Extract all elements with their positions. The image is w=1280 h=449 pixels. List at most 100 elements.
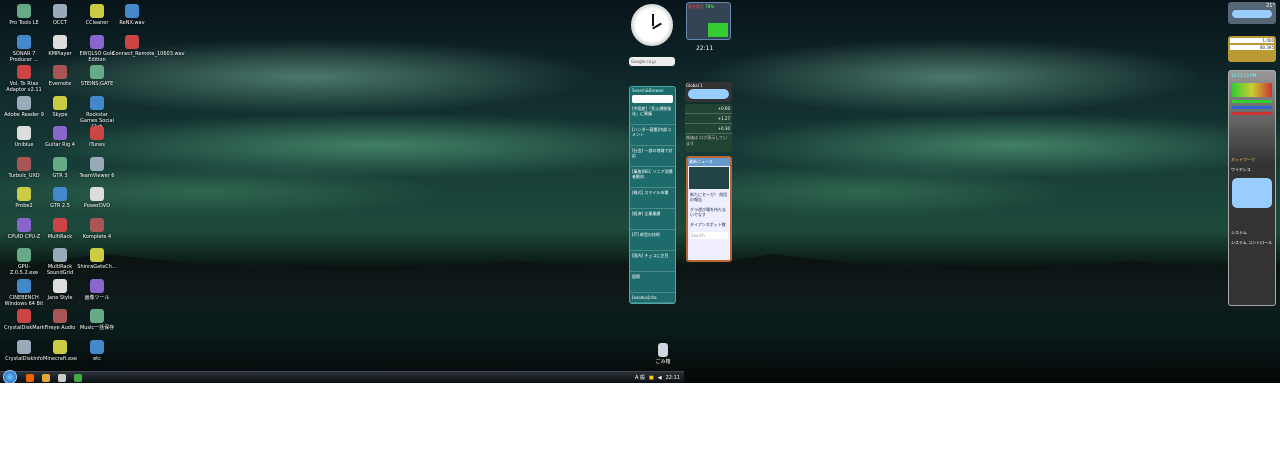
news-footer[interactable]: [exodus]cha	[630, 293, 675, 303]
app-icon	[17, 65, 31, 79]
usd-value[interactable]: 1.000	[1230, 38, 1274, 43]
desktop-icon[interactable]: Connect_Remote_10603.wav	[112, 34, 185, 57]
news-gadget-title: Search&Browse	[632, 88, 664, 93]
desktop-icon[interactable]: OCCT	[40, 4, 80, 26]
system-label: システム	[1231, 230, 1247, 235]
icon-label: Turbolc_UXO	[8, 172, 40, 179]
desktop-icon[interactable]: CrystalDiskInfo	[4, 339, 44, 362]
icon-label: CPUID CPU-Z	[7, 233, 41, 240]
desktop-icon[interactable]: Rockstar Games Social Club	[77, 95, 117, 130]
weather-gadget-right[interactable]: 21°	[1228, 2, 1276, 24]
desktop-icon[interactable]: Jane Style	[40, 278, 80, 301]
news-item[interactable]: [国内] チェコに注目	[630, 251, 675, 272]
desktop-icon[interactable]: CrystalDiskMark	[4, 309, 45, 331]
news-item[interactable]: 国際	[630, 272, 675, 293]
currency-gadget[interactable]: 1.000 80.395	[1228, 36, 1276, 62]
icon-label: GPU-Z.0.5.2.exe	[9, 264, 39, 276]
system-monitor-gadget[interactable]: 10:11:13 PM ネットワーク ワイヤレス システム システム コントロー…	[1228, 70, 1276, 306]
jpy-value[interactable]: 80.395	[1230, 45, 1274, 50]
desktop-icon[interactable]: Music一括保存	[77, 309, 117, 331]
weather-gadget[interactable]: Global 1	[685, 82, 732, 102]
app-icon	[17, 95, 31, 110]
news-item[interactable]: [IT] 新型の技術	[630, 230, 675, 251]
ime-indicator[interactable]: A 般	[635, 374, 645, 381]
taskbar-clock[interactable]: 22:11	[666, 375, 680, 381]
desktop-icon[interactable]: PowerDVD	[77, 187, 117, 209]
desktop-icon[interactable]: 画像ツール	[77, 278, 117, 301]
app-taskbar-icon[interactable]	[42, 374, 50, 382]
rss-gadget[interactable]: 最新ニュース 新たにセーガ！ 前回の報告 グラ遊び場を持たないでなす タイアンス…	[686, 156, 732, 262]
desktop-icon[interactable]: GTR 3	[40, 156, 80, 179]
icon-label: Fireye Audio	[44, 325, 76, 331]
news-item[interactable]: [ハンダー基盤]内部コメント	[630, 125, 675, 146]
google-search-gadget[interactable]: Google.co.jp	[629, 57, 675, 66]
temperature: 21°	[1266, 3, 1275, 9]
firefox-taskbar-icon[interactable]	[26, 374, 34, 382]
app-taskbar-icon[interactable]	[58, 374, 66, 382]
news-item[interactable]: [経済] 企業業績	[630, 209, 675, 230]
desktop-icon[interactable]: Minecraft.exe	[40, 339, 80, 362]
news-gadget[interactable]: Search&Browse [中国産]「死止規制強化」に異議 [ハンダー基盤]内部…	[629, 86, 676, 304]
desktop-icon[interactable]: MultiRack	[40, 217, 80, 240]
desktop-icon[interactable]: etc	[77, 339, 117, 362]
desktop-icon[interactable]: KMPlayer	[40, 34, 80, 57]
desktop-icon[interactable]: Probe2	[4, 187, 44, 209]
start-button[interactable]	[3, 370, 17, 383]
clock-gadget[interactable]	[631, 4, 673, 46]
desktop-icon-recycle-bin[interactable]: ごみ箱	[643, 343, 683, 365]
desktop-icon[interactable]: Fireye Audio	[40, 309, 80, 331]
news-item[interactable]: [株式] スマイル市場	[630, 188, 675, 209]
rss-item[interactable]: 新たにセーガ！ 前回の報告	[688, 190, 730, 205]
desktop-icon[interactable]: CPUID CPU-Z	[4, 217, 44, 240]
app-icon	[53, 309, 67, 323]
icon-label: ReNX.wav	[119, 20, 145, 26]
news-search-input[interactable]	[632, 95, 673, 103]
desktop-icon[interactable]: Komplete 4	[77, 217, 117, 240]
icon-label: CCleaner	[85, 20, 109, 26]
desktop-icon[interactable]: STEINS;GATE	[77, 65, 117, 87]
disk-bar	[1232, 112, 1272, 115]
desktop-icon[interactable]: SONAR 7 Producer ...	[4, 34, 44, 63]
desktop-icon[interactable]: iTunes	[77, 126, 117, 148]
desktop-icon[interactable]: Turbolc_UXO	[4, 156, 44, 179]
power-percent: 78%	[705, 4, 715, 9]
desktop-icon[interactable]: Evernote	[40, 65, 80, 87]
desktop-icon[interactable]: Uniblue	[4, 126, 44, 148]
desktop-icon[interactable]: Skype	[40, 95, 80, 118]
icon-label: Music一括保存	[79, 325, 115, 331]
icon-label: Pro Tools LE	[9, 20, 39, 26]
desktop-icon[interactable]: Pro Tools LE	[4, 4, 44, 26]
tray-icon[interactable]: ■	[649, 375, 654, 381]
app-icon	[90, 309, 104, 323]
rss-item[interactable]: タイアンスポット数	[688, 220, 730, 230]
stock-gadget[interactable]: +0.60 +1.27 +0.30 株価は ログ表示しています	[685, 104, 732, 152]
news-item[interactable]: [社会] 一部の地域で対応	[630, 146, 675, 167]
power-usage-gadget[interactable]: 東京電力 78%	[686, 2, 731, 40]
desktop-icon[interactable]: CINEBENCH Windows 64 Bit	[4, 278, 44, 307]
app-icon	[125, 34, 139, 49]
app-icon	[53, 95, 67, 110]
desktop-icon[interactable]: GPU-Z.0.5.2.exe	[4, 248, 44, 276]
app-icon	[53, 156, 67, 171]
app-taskbar-icon[interactable]	[74, 374, 82, 382]
desktop-icon[interactable]: Guitar Rig 4	[40, 126, 80, 148]
desktop-icon[interactable]: MultiRack SoundGrid	[40, 248, 80, 276]
desktop-icon[interactable]: ShinraGateCh...	[77, 248, 117, 270]
desktop-icon[interactable]: GTR 2.5	[40, 187, 80, 209]
app-icon	[90, 278, 104, 293]
app-icon	[17, 126, 31, 140]
rss-search-input[interactable]: Search	[690, 232, 728, 239]
desktop-icon[interactable]: EWQLSO Gold Edition	[77, 34, 117, 63]
desktop-icon[interactable]: Adobe Reader 9	[4, 95, 44, 118]
desktop-icon[interactable]: TeamViewer 6	[77, 156, 117, 179]
desktop-icon[interactable]: ReNX.wav	[112, 4, 152, 26]
news-item[interactable]: [事故]NEC ソニア消費者動向	[630, 167, 675, 188]
rss-item[interactable]: グラ遊び場を持たないでなす	[688, 205, 730, 220]
system-tray: A 般 ■ ◀ 22:11	[635, 374, 680, 382]
mountains	[684, 254, 1280, 310]
app-icon	[90, 217, 104, 232]
volume-icon[interactable]: ◀	[658, 375, 662, 381]
news-item[interactable]: [中国産]「死止規制強化」に異議	[630, 104, 675, 125]
desktop-icon[interactable]: CCleaner	[77, 4, 117, 26]
desktop-icon[interactable]: Vol. To Rtas Adaptor v2.11	[4, 65, 44, 93]
